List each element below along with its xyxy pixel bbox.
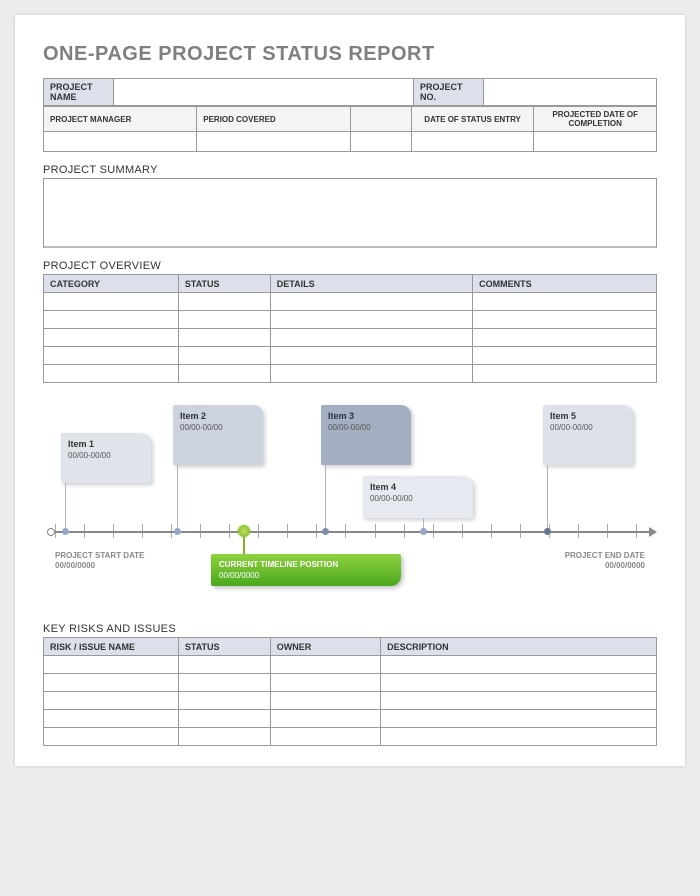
- project-no-value[interactable]: [484, 79, 657, 106]
- overview-heading: PROJECT OVERVIEW: [43, 260, 657, 272]
- timeline: Item 100/00-00/00 Item 200/00-00/00 Item…: [43, 401, 657, 611]
- col-status: STATUS: [178, 275, 270, 293]
- timeline-dot: [174, 528, 181, 535]
- table-row: [44, 656, 657, 674]
- project-info-table-2: PROJECT MANAGER PERIOD COVERED DATE OF S…: [43, 106, 657, 152]
- col-risk-desc: DESCRIPTION: [381, 638, 657, 656]
- timeline-dot: [544, 528, 551, 535]
- timeline-item-1: Item 100/00-00/00: [61, 433, 151, 483]
- page-title: ONE-PAGE PROJECT STATUS REPORT: [43, 43, 657, 66]
- col-comments: COMMENTS: [473, 275, 657, 293]
- project-info-table-1: PROJECT NAME PROJECT NO.: [43, 78, 657, 106]
- period-value[interactable]: [197, 132, 350, 152]
- risks-heading: KEY RISKS AND ISSUES: [43, 623, 657, 635]
- current-position-callout: CURRENT TIMELINE POSITION00/00/0000: [211, 554, 401, 586]
- pm-label: PROJECT MANAGER: [44, 107, 197, 132]
- table-row: [44, 692, 657, 710]
- period-label: PERIOD COVERED: [197, 107, 350, 132]
- project-no-label: PROJECT NO.: [414, 79, 484, 106]
- table-row: [44, 710, 657, 728]
- page: ONE-PAGE PROJECT STATUS REPORT PROJECT N…: [15, 15, 685, 766]
- pm-value[interactable]: [44, 132, 197, 152]
- col-details: DETAILS: [270, 275, 472, 293]
- current-position-marker: [238, 525, 250, 537]
- table-row: [44, 329, 657, 347]
- completion-date-value[interactable]: [534, 132, 657, 152]
- table-row: [44, 674, 657, 692]
- entry-date-value[interactable]: [411, 132, 534, 152]
- col-risk-owner: OWNER: [270, 638, 380, 656]
- entry-date-label: DATE OF STATUS ENTRY: [411, 107, 534, 132]
- timeline-dot: [420, 528, 427, 535]
- timeline-dot: [322, 528, 329, 535]
- table-row: [44, 365, 657, 383]
- summary-heading: PROJECT SUMMARY: [43, 164, 657, 176]
- table-row: [44, 347, 657, 365]
- table-row: [44, 311, 657, 329]
- col-risk-name: RISK / ISSUE NAME: [44, 638, 179, 656]
- overview-table: CATEGORY STATUS DETAILS COMMENTS: [43, 274, 657, 383]
- col-risk-status: STATUS: [178, 638, 270, 656]
- completion-date-label: PROJECTED DATE OF COMPLETION: [534, 107, 657, 132]
- timeline-dot: [62, 528, 69, 535]
- table-row: [44, 728, 657, 746]
- timeline-item-2: Item 200/00-00/00: [173, 405, 263, 465]
- table-row: [44, 293, 657, 311]
- col-category: CATEGORY: [44, 275, 179, 293]
- risks-table: RISK / ISSUE NAME STATUS OWNER DESCRIPTI…: [43, 637, 657, 746]
- timeline-item-5: Item 500/00-00/00: [543, 405, 633, 465]
- timeline-item-4: Item 400/00-00/00: [363, 476, 473, 518]
- project-start-label: PROJECT START DATE00/00/0000: [55, 551, 144, 572]
- summary-box[interactable]: [43, 178, 657, 248]
- project-end-label: PROJECT END DATE00/00/0000: [565, 551, 645, 572]
- timeline-axis: [51, 531, 649, 533]
- project-name-label: PROJECT NAME: [44, 79, 114, 106]
- project-name-value[interactable]: [114, 79, 414, 106]
- timeline-item-3: Item 300/00-00/00: [321, 405, 411, 465]
